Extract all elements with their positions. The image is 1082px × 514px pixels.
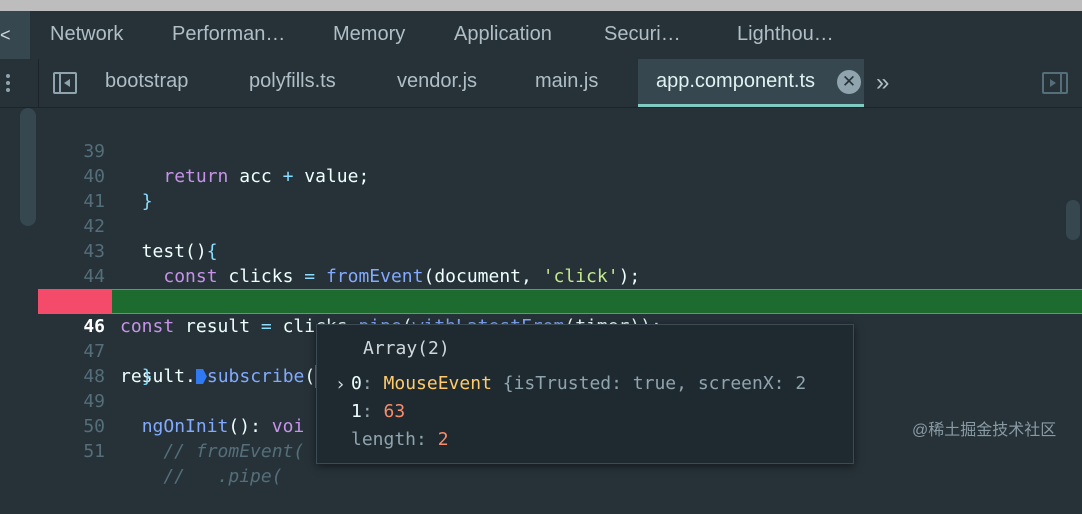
tab-security[interactable]: Securi… (604, 23, 681, 46)
entry-value: 63 (383, 401, 406, 422)
tab-memory[interactable]: Memory (333, 23, 405, 46)
execution-highlight (112, 289, 1082, 314)
popover-row[interactable]: 1: 63 (351, 401, 405, 422)
code-line: 44 const timer = interval(1000); (0, 239, 1082, 312)
code-line: 41 (0, 164, 1082, 212)
code-line-paused: 46 result.subscribe(x => console.log('di… (0, 289, 1082, 388)
file-tab-app-component-label[interactable]: app.component.ts (656, 70, 815, 93)
entry-key: length (351, 429, 417, 450)
entry-key: 1 (351, 401, 362, 422)
panel-tab-active-stub[interactable]: < (0, 11, 30, 59)
divider (38, 59, 39, 107)
entry-value: 2 (437, 429, 449, 450)
code-line: 42 test(){ (0, 189, 1082, 262)
breakpoint-marker[interactable]: 46 (38, 289, 112, 337)
entry-class: MouseEvent (383, 373, 492, 394)
toggle-navigator-icon[interactable] (53, 72, 77, 94)
expand-arrow-icon[interactable]: › (335, 374, 346, 395)
file-tab-bar: bootstrap polyfills.ts vendor.js main.js… (0, 59, 1082, 108)
close-tab-icon[interactable]: ✕ (837, 70, 861, 94)
watermark: @稀土掘金技术社区 (912, 422, 1057, 439)
entry-preview: {isTrusted: true, screenX: 2 (502, 373, 807, 394)
panel-tab-active-label: < (0, 25, 11, 45)
toggle-debugger-icon[interactable] (1042, 72, 1068, 94)
file-tab-main[interactable]: main.js (535, 70, 598, 93)
tab-lighthouse[interactable]: Lighthou… (737, 23, 834, 46)
file-tab-polyfills[interactable]: polyfills.ts (249, 70, 336, 93)
popover-row[interactable]: 0: MouseEvent {isTrusted: true, screenX:… (351, 373, 806, 394)
file-tab-bootstrap[interactable]: bootstrap (105, 70, 188, 93)
panel-tab-bar: < Network Performan… Memory Application … (0, 11, 1082, 60)
code-line: 45 const result = clicks.pipe(withLatest… (0, 264, 1082, 337)
tab-network[interactable]: Network (50, 23, 123, 46)
file-tab-vendor[interactable]: vendor.js (397, 70, 477, 93)
window-top-strip (0, 0, 1082, 11)
more-tabs-icon[interactable]: » (876, 69, 889, 97)
entry-key: 0 (351, 373, 362, 394)
more-options-icon[interactable] (2, 71, 14, 95)
variable-popover[interactable]: Array(2) › 0: MouseEvent {isTrusted: tru… (316, 324, 854, 464)
code-line: 40 } (0, 139, 1082, 212)
tab-performance[interactable]: Performan… (172, 23, 285, 46)
popover-title: Array(2) (363, 338, 450, 359)
code-text: // .pipe( (120, 466, 283, 487)
code-line: 43 const clicks = fromEvent(document, 'c… (0, 214, 1082, 287)
code-line: 39 return acc + value; (0, 114, 1082, 187)
popover-row[interactable]: length: 2 (351, 429, 449, 450)
tab-application[interactable]: Application (454, 23, 552, 46)
